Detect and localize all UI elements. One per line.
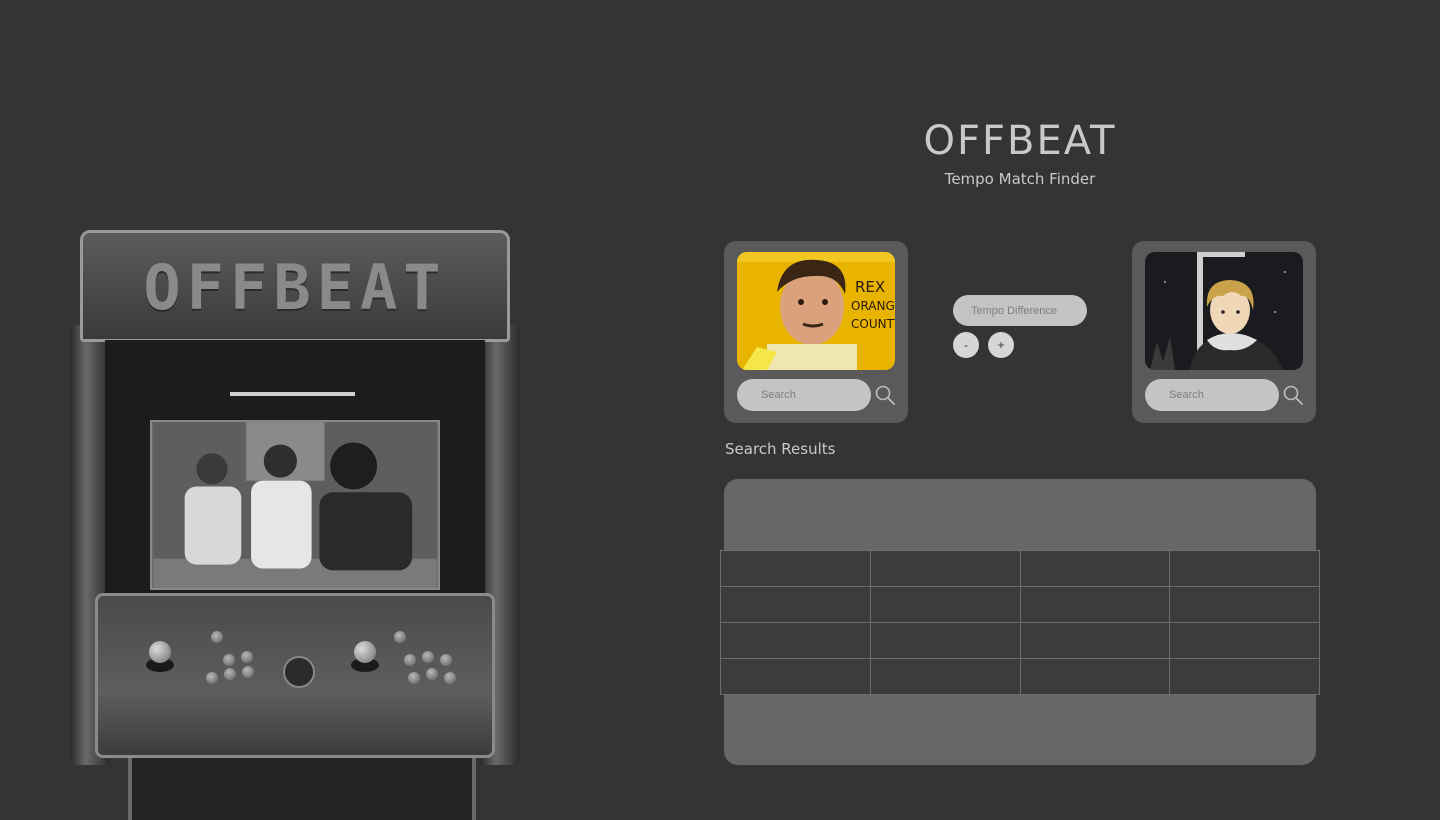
album-cover-right (1145, 252, 1303, 370)
album-cover-left: REX ORANGE COUNTY (737, 252, 895, 370)
arcade-button-icon (440, 654, 452, 666)
arcade-button-icon (211, 631, 223, 643)
table-cell (720, 622, 871, 659)
table-cell (1169, 550, 1320, 587)
app-title: OFFBEAT (923, 118, 1117, 164)
table-row[interactable] (720, 586, 1320, 623)
search-icon[interactable] (874, 384, 896, 406)
table-cell (1169, 622, 1320, 659)
screen-artwork (153, 422, 437, 588)
table-cell (869, 550, 1021, 587)
table-cell (869, 622, 1021, 659)
arcade-cabinet-image: OFFBEAT (70, 225, 520, 820)
tempo-difference-input[interactable] (953, 295, 1087, 326)
table-cell (869, 658, 1021, 695)
table-cell (1169, 658, 1320, 695)
cabinet-base (128, 758, 476, 820)
arcade-button-icon (206, 672, 218, 684)
search-results-table (720, 550, 1320, 695)
cabinet-screen (150, 420, 440, 590)
table-cell (1169, 586, 1320, 623)
table-cell (1019, 622, 1171, 659)
table-cell (1019, 586, 1171, 623)
tempo-decrease-button[interactable]: - (953, 332, 979, 358)
arcade-button-icon (241, 651, 253, 663)
arcade-button-icon (426, 668, 438, 680)
album-cover-icon (1145, 252, 1303, 370)
table-row[interactable] (720, 622, 1320, 659)
tempo-increase-button[interactable]: + (988, 332, 1014, 358)
search-results-heading: Search Results (725, 440, 836, 458)
search-input-left[interactable] (737, 379, 871, 411)
table-cell (720, 550, 871, 587)
arcade-button-icon (223, 654, 235, 666)
arcade-button-icon (394, 631, 406, 643)
table-cell (1019, 658, 1171, 695)
arcade-button-icon (444, 672, 456, 684)
cabinet-control-panel (95, 593, 495, 758)
arcade-button-icon (242, 666, 254, 678)
table-cell (1019, 550, 1171, 587)
search-icon[interactable] (1282, 384, 1304, 406)
album-text-orange: ORANGE (851, 299, 895, 313)
song-card-right (1132, 241, 1316, 423)
cabinet-screen-light (230, 392, 355, 396)
cabinet-marquee: OFFBEAT (80, 230, 510, 342)
album-text-rex: REX (855, 278, 885, 296)
arcade-button-icon (404, 654, 416, 666)
arcade-button-icon (224, 668, 236, 680)
app-root: OFFBEAT OFFBEAT Tempo Match Finder REX O… (0, 0, 1440, 820)
table-row[interactable] (720, 658, 1320, 695)
arcade-button-icon (408, 672, 420, 684)
search-input-right[interactable] (1145, 379, 1279, 411)
song-card-left: REX ORANGE COUNTY (724, 241, 908, 423)
table-row[interactable] (720, 550, 1320, 587)
arcade-button-icon (422, 651, 434, 663)
joystick-left-icon (149, 641, 171, 663)
table-cell (720, 658, 871, 695)
app-subtitle: Tempo Match Finder (944, 170, 1096, 188)
joystick-right-icon (354, 641, 376, 663)
start-button-icon (283, 656, 315, 688)
album-cover-icon: REX ORANGE COUNTY (737, 252, 895, 370)
table-cell (869, 586, 1021, 623)
album-text-county: COUNTY (851, 317, 895, 331)
marquee-logo: OFFBEAT (143, 251, 447, 324)
table-cell (720, 586, 871, 623)
